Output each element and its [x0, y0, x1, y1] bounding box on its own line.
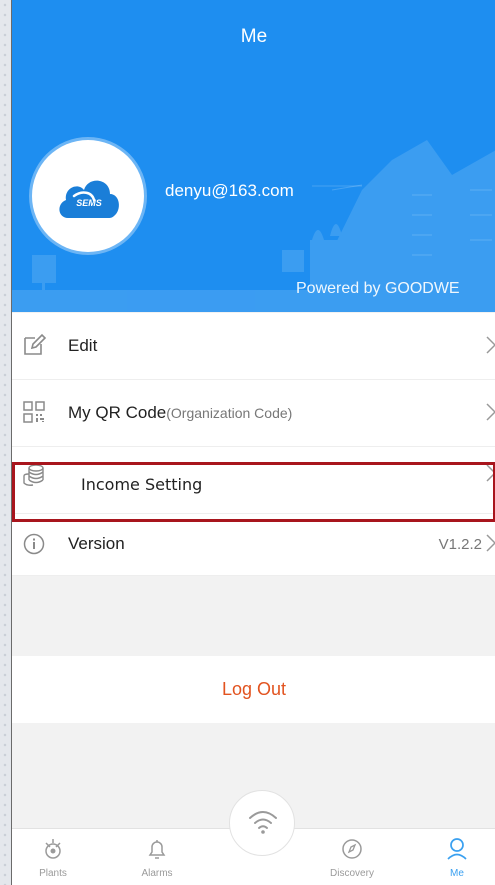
qr-code-icon [23, 401, 45, 423]
logout-button[interactable]: Log Out [12, 656, 495, 723]
menu-item-income-setting[interactable]: Income Setting [12, 447, 495, 514]
plant-icon [45, 839, 61, 859]
tab-plants[interactable]: Plants [18, 837, 88, 879]
chevron-right-icon [486, 403, 495, 421]
chevron-right-icon [486, 464, 495, 482]
wifi-config-button[interactable] [229, 790, 295, 856]
menu-item-edit[interactable]: Edit [12, 313, 495, 380]
chevron-right-icon [486, 336, 495, 354]
app-screen: Me SEMS denyu@163.com Powered by GOODWE … [11, 0, 495, 885]
user-icon [447, 838, 467, 860]
qr-code-label: My QR Code [68, 403, 167, 422]
menu-item-version[interactable]: Version V1.2.2 [12, 514, 495, 576]
avatar-logo-text: SEMS [76, 198, 102, 208]
bell-icon [148, 840, 166, 859]
version-value: V1.2.2 [438, 536, 482, 553]
wifi-icon [249, 811, 277, 834]
logout-label: Log Out [221, 679, 287, 699]
sems-cloud-logo [59, 180, 119, 218]
page-title: Me [240, 26, 268, 47]
tab-label: Discovery [330, 868, 374, 879]
menu-item-qr-code[interactable]: My QR Code(Organization Code) [12, 380, 495, 447]
tab-label: Plants [39, 868, 67, 879]
compass-icon [342, 839, 362, 859]
tab-discovery[interactable]: Discovery [317, 837, 387, 879]
coins-icon [23, 464, 44, 486]
menu-item-label: Income Setting [81, 475, 203, 494]
powered-by-text: Powered by GOODWE [296, 280, 460, 297]
info-icon [23, 533, 45, 555]
qr-code-sublabel: (Organization Code) [166, 405, 293, 421]
menu-item-label: Edit [68, 336, 98, 355]
edit-icon [24, 333, 46, 355]
profile-header: Me SEMS denyu@163.com Powered by GOODWE [12, 0, 495, 312]
tab-alarms[interactable]: Alarms [122, 837, 192, 879]
chevron-right-icon [486, 534, 495, 552]
tab-label: Me [450, 868, 464, 879]
menu-item-label: My QR Code(Organization Code) [68, 403, 292, 423]
user-email: denyu@163.com [165, 181, 294, 200]
avatar[interactable]: SEMS [32, 140, 144, 252]
tab-me[interactable]: Me [422, 837, 492, 879]
settings-menu: Edit My QR Code(Organization Code) Incom… [12, 313, 495, 576]
menu-item-label: Version [68, 534, 125, 553]
tab-label: Alarms [141, 868, 173, 879]
